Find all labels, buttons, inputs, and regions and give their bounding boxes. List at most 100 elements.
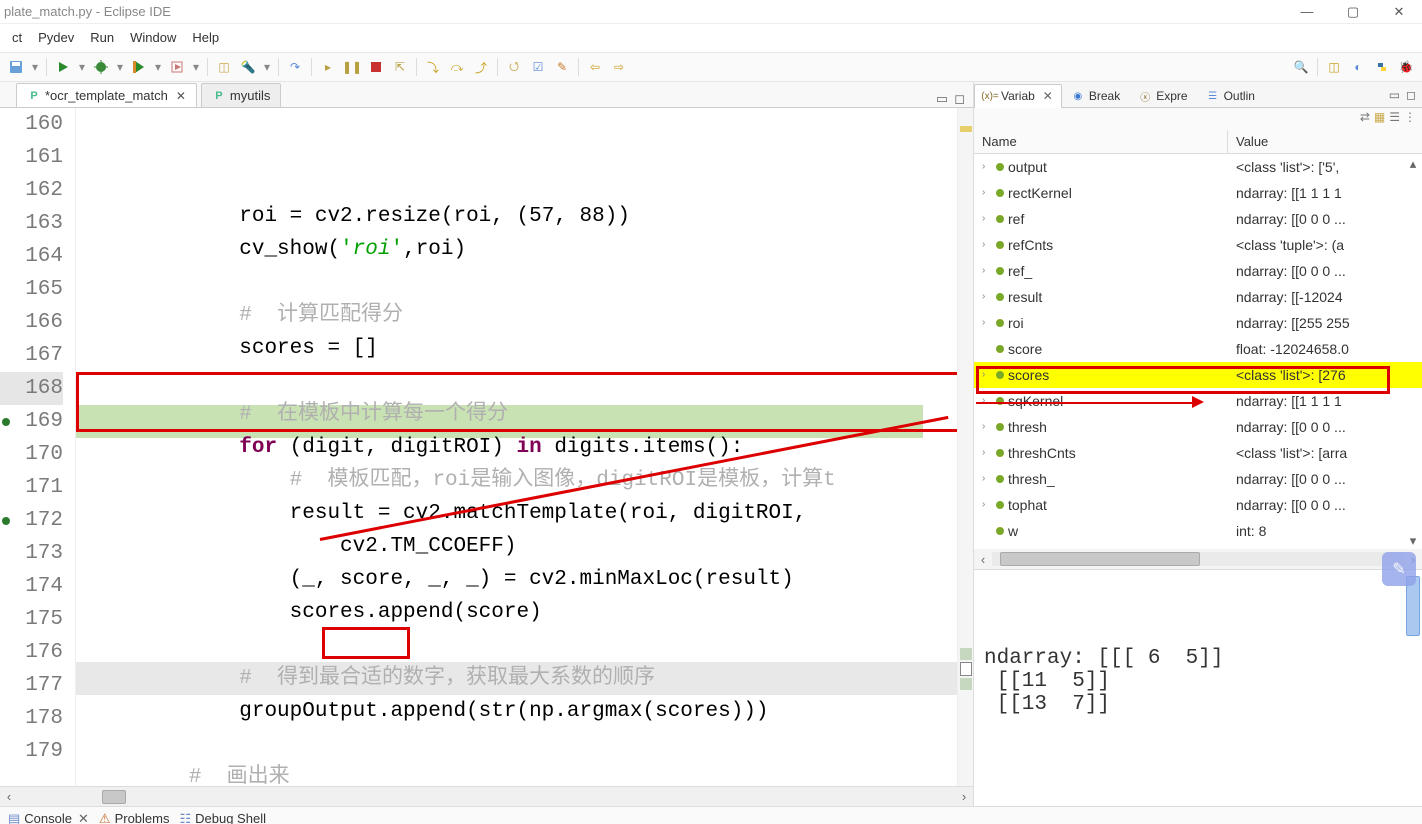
tab-debug-shell[interactable]: ☷ Debug Shell	[179, 811, 265, 824]
menu-item-window[interactable]: Window	[122, 26, 184, 50]
line-number[interactable]: 167	[0, 339, 63, 372]
code-line[interactable]: for (digit, digitROI) in digits.items():	[76, 431, 957, 464]
code-editor[interactable]: 1601611621631641651661671681691701711721…	[0, 108, 973, 786]
back-icon[interactable]: ⇦	[585, 57, 605, 77]
code-line[interactable]: # 画出来	[76, 761, 957, 786]
menu-item-help[interactable]: Help	[184, 26, 227, 50]
expand-icon[interactable]: ›	[982, 362, 992, 388]
line-number[interactable]: 171	[0, 471, 63, 504]
new-package-icon[interactable]: ◫	[214, 57, 234, 77]
line-number[interactable]: 166	[0, 306, 63, 339]
code-line[interactable]: # 计算匹配得分	[76, 299, 957, 332]
variable-row[interactable]: ›roindarray: [[255 255	[974, 310, 1422, 336]
line-number[interactable]: 173	[0, 537, 63, 570]
tab-breakpoints[interactable]: ◉ Break	[1062, 84, 1129, 108]
variable-row[interactable]: ›scores<class 'list'>: [276	[974, 362, 1422, 388]
maximize-view-icon[interactable]: ◻	[1406, 88, 1416, 102]
python-icon[interactable]	[1372, 57, 1392, 77]
dropdown-icon[interactable]: ▾	[115, 57, 125, 77]
minimize-button[interactable]: —	[1284, 0, 1330, 24]
close-icon[interactable]: ✕	[1043, 89, 1053, 103]
line-number[interactable]: 179	[0, 735, 63, 768]
dropdown-icon[interactable]: ▾	[191, 57, 201, 77]
code-line[interactable]: # 得到最合适的数字，获取最大系数的顺序	[76, 662, 957, 695]
line-number[interactable]: 174	[0, 570, 63, 603]
scrollbar-thumb[interactable]	[102, 790, 126, 804]
variable-row[interactable]: ›refndarray: [[0 0 0 ...	[974, 206, 1422, 232]
code-line[interactable]: (_, score, _, _) = cv2.minMaxLoc(result)	[76, 563, 957, 596]
variable-row[interactable]: ›tophatndarray: [[0 0 0 ...	[974, 492, 1422, 518]
code-line[interactable]: roi = cv2.resize(roi, (57, 88))	[76, 200, 957, 233]
variable-row[interactable]: wint: 8	[974, 518, 1422, 544]
expand-icon[interactable]: ›	[982, 440, 992, 466]
tab-variables[interactable]: (x)= Variab ✕	[974, 84, 1062, 108]
line-number[interactable]: 168	[0, 372, 63, 405]
slider-marker[interactable]	[960, 662, 972, 676]
debug-icon[interactable]	[91, 57, 111, 77]
pin-icon[interactable]: ✎	[552, 57, 572, 77]
debug-perspective-icon[interactable]: 🐞	[1396, 57, 1416, 77]
run-icon[interactable]	[53, 57, 73, 77]
code-line[interactable]: # 在模板中计算每一个得分	[76, 398, 957, 431]
resume-icon[interactable]: ▸	[318, 57, 338, 77]
line-number[interactable]: 165	[0, 273, 63, 306]
variables-table[interactable]: Name Value ›output<class 'list'>: ['5',›…	[974, 130, 1422, 570]
expand-icon[interactable]: ›	[982, 466, 992, 492]
tab-myutils[interactable]: P myutils	[201, 83, 281, 107]
line-number[interactable]: 176	[0, 636, 63, 669]
editor-h-scrollbar[interactable]: ‹ ›	[0, 786, 973, 806]
close-icon[interactable]: ✕	[78, 811, 89, 824]
minimize-view-icon[interactable]: ▭	[1389, 88, 1400, 102]
step-over-icon[interactable]: ⤼	[447, 57, 467, 77]
expand-icon[interactable]: ›	[982, 258, 992, 284]
variable-row[interactable]: ›output<class 'list'>: ['5',	[974, 154, 1422, 180]
step-return-icon[interactable]: ⤴	[471, 57, 491, 77]
java-perspective-icon[interactable]: ◐	[1348, 57, 1368, 77]
maximize-view-icon[interactable]: ◻	[954, 91, 965, 107]
line-number[interactable]: 177	[0, 669, 63, 702]
minimize-view-icon[interactable]: ▭	[936, 91, 948, 107]
line-number[interactable]: 163	[0, 207, 63, 240]
code-line[interactable]	[76, 266, 957, 299]
suspend-icon[interactable]: ❚❚	[342, 57, 362, 77]
scroll-left-icon[interactable]: ‹	[974, 552, 992, 567]
line-number[interactable]: 170	[0, 438, 63, 471]
variable-row[interactable]: ›thresh_ndarray: [[0 0 0 ...	[974, 466, 1422, 492]
forward-icon[interactable]: ⇨	[609, 57, 629, 77]
line-number[interactable]: 178	[0, 702, 63, 735]
drop-to-frame-icon[interactable]: ⭯	[504, 57, 524, 77]
variable-row[interactable]: ›threshndarray: [[0 0 0 ...	[974, 414, 1422, 440]
terminate-icon[interactable]	[366, 57, 386, 77]
dropdown-icon[interactable]: ▾	[262, 57, 272, 77]
variable-row[interactable]: ›threshCnts<class 'list'>: [arra	[974, 440, 1422, 466]
code-line[interactable]	[76, 365, 957, 398]
variable-row[interactable]: ›rectKernelndarray: [[1 1 1 1	[974, 180, 1422, 206]
variable-row[interactable]: ›ref_ndarray: [[0 0 0 ...	[974, 258, 1422, 284]
code-line[interactable]: groupOutput.append(str(np.argmax(scores)…	[76, 695, 957, 728]
show-type-icon[interactable]: ⇄	[1360, 110, 1370, 128]
scroll-down-icon[interactable]: ▾	[1406, 533, 1420, 549]
close-icon[interactable]: ✕	[176, 89, 186, 103]
line-number[interactable]: 160	[0, 108, 63, 141]
overview-ruler[interactable]	[957, 108, 973, 786]
expand-icon[interactable]: ›	[982, 492, 992, 518]
dropdown-icon[interactable]: ▾	[30, 57, 40, 77]
variable-row[interactable]: ›refCnts<class 'tuple'>: (a	[974, 232, 1422, 258]
view-menu-icon[interactable]: ☰	[1389, 110, 1400, 128]
line-number[interactable]: 175	[0, 603, 63, 636]
breakpoint-marker[interactable]	[2, 418, 10, 426]
change-marker[interactable]	[960, 678, 972, 690]
scroll-left-icon[interactable]: ‹	[0, 788, 18, 806]
dropdown-icon[interactable]: ▾	[77, 57, 87, 77]
code-line[interactable]: cv2.TM_CCOEFF)	[76, 530, 957, 563]
expand-icon[interactable]: ›	[982, 284, 992, 310]
variable-detail-view[interactable]: ndarray: [[[ 6 5]] [[11 5]] [[13 7]]	[974, 570, 1422, 806]
line-number[interactable]: 162	[0, 174, 63, 207]
expand-icon[interactable]: ›	[982, 232, 992, 258]
code-area[interactable]: roi = cv2.resize(roi, (57, 88)) cv_show(…	[76, 108, 957, 786]
menu-dropdown-icon[interactable]: ⋮	[1404, 110, 1416, 128]
ext-tools-icon[interactable]	[167, 57, 187, 77]
tab-outline[interactable]: ☰ Outlin	[1197, 84, 1264, 108]
coverage-icon[interactable]	[129, 57, 149, 77]
floating-feedback-icon[interactable]: ✎	[1382, 552, 1416, 586]
